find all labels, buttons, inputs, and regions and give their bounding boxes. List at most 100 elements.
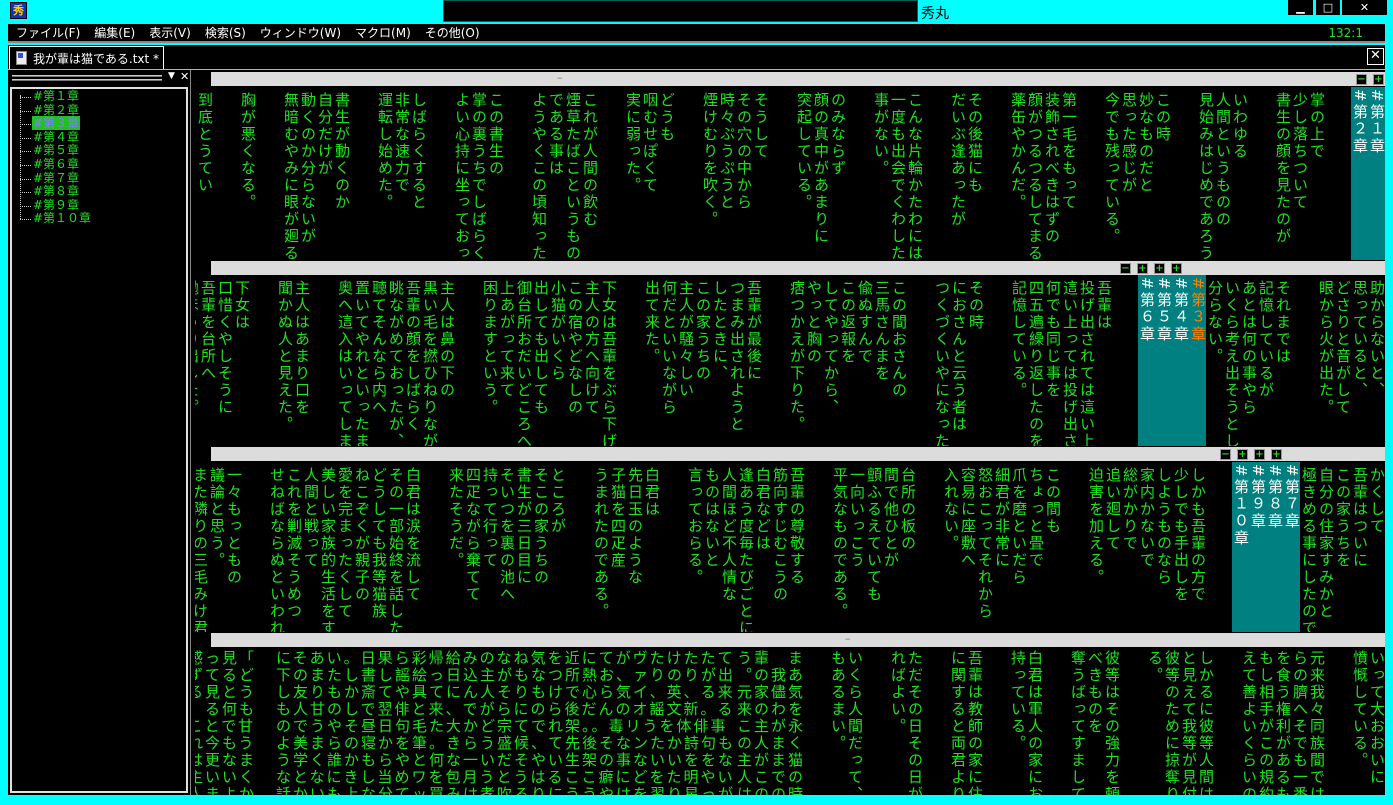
outline-header[interactable]: ▼ ✕ (10, 70, 189, 85)
text-line[interactable]: と見えて我等が見付 (1180, 650, 1198, 795)
chapter-heading[interactable]: #第８章 (1266, 464, 1284, 632)
text-line[interactable]: いわゆる (1231, 92, 1249, 160)
text-line[interactable]: この間も (1044, 467, 1062, 535)
outline-item[interactable]: #第５章 (12, 144, 186, 158)
text-line[interactable]: 突起している。 (795, 92, 813, 211)
text-line[interactable]: その穴の中から (735, 92, 753, 211)
text-line[interactable]: 記憶しているが (1257, 280, 1275, 399)
text-line[interactable]: ねこぞくが親子の (353, 467, 371, 603)
text-line[interactable]: 偸ぬすんで (856, 280, 874, 365)
text-line[interactable]: ちょっと畳で (1027, 467, 1045, 569)
text-line[interactable]: まあ気を永く猫の時 (786, 650, 804, 795)
chapter-heading[interactable]: #第６章 (1138, 277, 1156, 446)
text-line[interactable]: 実に弱った。 (624, 92, 642, 194)
menu-edit[interactable]: 編集(E) (94, 24, 135, 41)
text-line[interactable]: その時 (967, 280, 985, 331)
text-line[interactable]: もし相手がこの規約 (1257, 650, 1275, 795)
outline-item[interactable]: #第１０章 (12, 212, 186, 226)
text-line[interactable]: 今でも残っている。 (1103, 92, 1121, 245)
text-line[interactable]: 書生の顔を見たのが (1274, 92, 1292, 245)
text-line[interactable]: 子猫を四疋産 (609, 467, 627, 569)
text-line[interactable]: ものはないと (703, 467, 721, 569)
text-line[interactable]: 細君が非常に (993, 467, 1011, 569)
text-line[interactable]: そうして (752, 92, 770, 160)
pane-3[interactable]: かくして 吾輩はついに この家うちを 自分の住家すみかと 極きめる事にしたのであ #第７章… (195, 462, 1385, 632)
chapter-heading[interactable]: #第３章 (1189, 277, 1207, 446)
text-line[interactable]: 眺ながめておったが、 (387, 280, 405, 446)
text-line[interactable]: 議論と思う。 (208, 467, 226, 569)
text-line[interactable]: それまでは (1274, 280, 1292, 365)
text-line[interactable]: いって大おおいに (1368, 650, 1385, 786)
text-line[interactable]: 人間ほど不人情な (720, 467, 738, 603)
text-line[interactable]: どうも (658, 92, 676, 143)
text-line[interactable]: 奥へ這入はいってしまった。 (336, 280, 354, 446)
text-line[interactable]: 吾輩は教師の家に住 (966, 650, 984, 795)
text-line[interactable]: したときに、 (711, 280, 729, 382)
text-line[interactable]: 総がかりで (1121, 467, 1139, 552)
text-line[interactable]: 下女は (233, 280, 251, 331)
collapse-button[interactable]: − (1220, 449, 1231, 460)
text-line[interactable]: また隣りの三毛みけ君な (195, 467, 209, 632)
text-line[interactable]: 下女は吾輩をぶら下げて (600, 280, 618, 446)
text-line[interactable]: 爪を磨といだら (1010, 467, 1028, 586)
editor-area[interactable]: – − + #第１章 #第２章 掌の上で 少し落ちついて 書生の顔を見たのが いわゆる 人間… (195, 70, 1385, 795)
text-line[interactable]: 奪うばってすまして (1069, 650, 1087, 795)
text-line[interactable]: 掌の上で (1308, 92, 1326, 160)
text-line[interactable]: えて善よいくらいの (1240, 650, 1258, 795)
text-line[interactable]: 上あがって来て (498, 280, 516, 399)
text-line[interactable]: る。 (1146, 650, 1164, 684)
text-line[interactable]: かくして (1368, 467, 1385, 535)
text-line[interactable]: 困りますという。 (481, 280, 499, 416)
text-line[interactable]: 第一毛をもって (1060, 92, 1078, 211)
text-line[interactable]: 分らない。 (1206, 280, 1224, 365)
text-line[interactable]: 白君は涙を流して (404, 467, 422, 603)
expand-button[interactable]: + (1373, 74, 1384, 85)
chapter-heading[interactable]: #第５章 (1155, 277, 1173, 446)
text-line[interactable]: 到底とうてい (196, 92, 214, 194)
collapse-button[interactable]: − (1120, 263, 1131, 274)
text-line[interactable]: いくら考え出そうとして (1223, 280, 1241, 446)
text-line[interactable]: 胸が悪くなる。 (239, 92, 257, 211)
text-line[interactable]: やっと胸の (805, 280, 823, 365)
text-line[interactable]: どうしても我等猫族 (370, 467, 388, 620)
text-line[interactable]: つくづくいやになった。 (933, 280, 951, 446)
outline-item[interactable]: #第８章 (12, 184, 186, 199)
tab-document[interactable]: 我が輩は猫である.txt * (9, 46, 164, 69)
text-line[interactable]: 聴てそんなら内へ (370, 280, 388, 416)
text-line[interactable]: その後猫にも (966, 92, 984, 194)
text-line[interactable]: 追い廻して (1104, 467, 1122, 552)
text-line[interactable]: 出て来た。 (643, 280, 661, 365)
text-line[interactable]: どさりと音がして (1334, 280, 1352, 416)
expand-button[interactable]: + (1237, 449, 1248, 460)
chapter-heading[interactable]: #第９章 (1249, 464, 1267, 632)
text-line[interactable]: 何だといいながら (660, 280, 678, 416)
text-line[interactable]: 容易に座敷へ (959, 467, 977, 569)
text-line[interactable]: 一々もっともの (225, 467, 243, 586)
text-line[interactable]: 薬缶やかんだ。 (1009, 92, 1027, 211)
text-line[interactable]: 眼から火が出た。 (1317, 280, 1335, 416)
menu-view[interactable]: 表示(V) (149, 24, 191, 41)
expand-button[interactable]: + (1171, 263, 1182, 274)
text-line[interactable]: しかも吾輩の方で (1189, 467, 1207, 603)
text-line[interactable]: 迫害を加える。 (1087, 467, 1105, 586)
drag-grip[interactable] (12, 75, 162, 77)
text-line[interactable]: 運転し始めた。 (376, 92, 394, 211)
text-line[interactable]: ればよい。 (889, 650, 907, 735)
text-line[interactable]: 怒おこってそれから (976, 467, 994, 620)
overlapped-text[interactable]: にそあい。日果ら彩帰給みのなね気を近にてがヴたけたたて 下のまたし書し謡絵っ日込主… (276, 650, 735, 796)
overlapped-text[interactable]: 金。感っ見「縁なずてるどのるる見とう眼ほ」る何も鏡どことで甘越詐れ今もうめいは更… (195, 650, 256, 796)
text-line[interactable]: 我儘わがままでの思 (769, 650, 787, 795)
text-line[interactable]: これが人間の飲む (581, 92, 599, 228)
text-line[interactable]: 咽むせぽくて (641, 92, 659, 194)
text-line[interactable]: 這い上っては投げ出され (1061, 280, 1079, 446)
outline-item[interactable]: #第３章 (12, 116, 186, 131)
text-line[interactable]: いくら人間だって、 (846, 650, 864, 795)
chapter-heading[interactable]: #第１０章 (1232, 464, 1250, 632)
text-line[interactable]: 見始みはじめであろう。 (1197, 92, 1215, 260)
outline-item[interactable]: #第１章 (12, 89, 186, 104)
text-line[interactable]: 四五遍繰り返したのを (1027, 280, 1045, 446)
text-line[interactable]: 来たそうだ。 (447, 467, 465, 569)
text-line[interactable]: 思った感じが (1120, 92, 1138, 194)
text-line[interactable]: 持っている。 (1009, 650, 1027, 752)
text-line[interactable]: べきものを (1086, 650, 1104, 735)
